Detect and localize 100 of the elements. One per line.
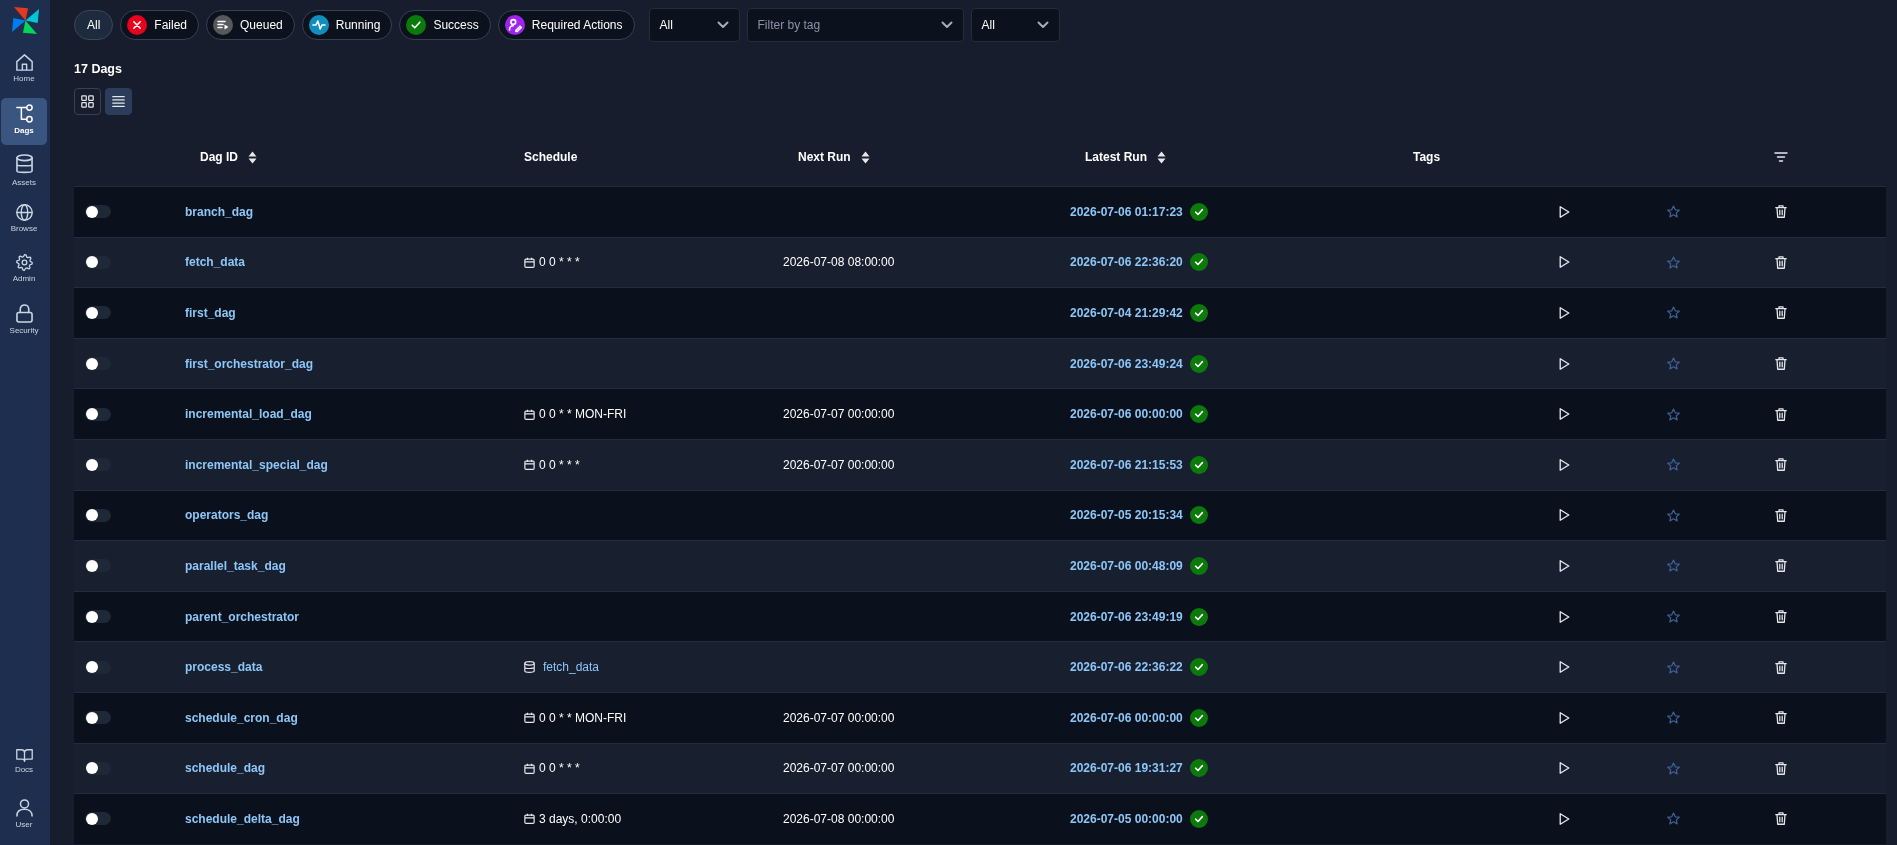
dag-id-link[interactable]: parent_orchestrator [185, 607, 300, 626]
dag-id-link[interactable]: incremental_special_dag [185, 455, 328, 474]
latest-run-link[interactable]: 2026-07-05 20:15:34 [1070, 506, 1183, 525]
nav-item[interactable]: Docs [1, 743, 47, 790]
toggle-switch[interactable] [85, 761, 111, 775]
play-icon[interactable] [1558, 711, 1570, 724]
dag-id-link[interactable]: schedule_cron_dag [185, 708, 298, 727]
nav-item[interactable]: Admin [1, 248, 47, 295]
latest-run-link[interactable]: 2026-07-06 22:36:22 [1070, 658, 1183, 677]
star-icon[interactable] [1666, 508, 1680, 522]
trash-icon[interactable] [1775, 205, 1787, 219]
trash-icon[interactable] [1775, 610, 1787, 624]
asset-link[interactable]: fetch_data [543, 658, 600, 677]
trash-icon[interactable] [1775, 357, 1787, 371]
play-icon[interactable] [1558, 812, 1570, 825]
trash-icon[interactable] [1775, 711, 1787, 725]
trash-icon[interactable] [1775, 660, 1787, 674]
star-icon[interactable] [1666, 306, 1680, 320]
status-filter-button[interactable]: Failed [120, 10, 200, 40]
trash-icon[interactable] [1775, 306, 1787, 320]
latest-run-link[interactable]: 2026-07-06 00:00:00 [1070, 708, 1183, 727]
dag-id-link[interactable]: incremental_load_dag [185, 405, 312, 424]
star-icon[interactable] [1666, 458, 1680, 472]
play-icon[interactable] [1558, 509, 1570, 522]
play-icon[interactable] [1558, 610, 1570, 623]
nav-item[interactable]: Home [1, 48, 47, 95]
filter-icon[interactable] [1774, 152, 1788, 162]
play-icon[interactable] [1558, 256, 1570, 269]
dag-id-link[interactable]: branch_dag [185, 202, 253, 221]
toggle-switch[interactable] [85, 610, 111, 624]
dag-id-link[interactable]: process_data [185, 658, 263, 677]
latest-run-link[interactable]: 2026-07-06 22:36:20 [1070, 253, 1183, 272]
tag-filter-field[interactable]: Filter by tag [746, 8, 964, 42]
status-filter-button[interactable]: Success [399, 10, 491, 40]
dag-id-link[interactable]: schedule_delta_dag [185, 809, 300, 828]
card-view-button[interactable] [74, 88, 101, 115]
latest-run-link[interactable]: 2026-07-04 21:29:42 [1070, 304, 1183, 322]
nav-item[interactable]: Browse [1, 198, 47, 245]
star-icon[interactable] [1666, 357, 1680, 371]
play-icon[interactable] [1558, 762, 1570, 775]
toggle-switch[interactable] [85, 306, 111, 320]
toggle-switch[interactable] [85, 812, 111, 826]
toggle-switch[interactable] [85, 205, 111, 219]
dag-id-link[interactable]: fetch_data [185, 253, 246, 272]
column-header[interactable]: Latest Run [1085, 148, 1166, 166]
play-icon[interactable] [1558, 408, 1570, 421]
list-view-button[interactable] [105, 88, 132, 115]
toggle-switch[interactable] [85, 357, 111, 371]
dag-id-link[interactable]: schedule_dag [185, 759, 266, 778]
trash-icon[interactable] [1775, 458, 1787, 472]
nav-item[interactable]: User [1, 793, 47, 840]
latest-run-link[interactable]: 2026-07-06 23:49:19 [1070, 607, 1183, 626]
trash-icon[interactable] [1775, 812, 1787, 826]
dag-id-link[interactable]: parallel_task_dag [185, 556, 286, 575]
column-header[interactable]: Dag ID [200, 148, 257, 166]
status-filter-button[interactable]: Required Actions [497, 10, 635, 40]
nav-item[interactable]: Security [1, 298, 47, 345]
play-icon[interactable] [1558, 307, 1570, 319]
latest-run-link[interactable]: 2026-07-06 19:31:27 [1070, 759, 1183, 778]
trash-icon[interactable] [1775, 255, 1787, 269]
trash-icon[interactable] [1775, 761, 1787, 775]
play-icon[interactable] [1558, 458, 1570, 471]
star-icon[interactable] [1666, 812, 1680, 826]
star-icon[interactable] [1666, 205, 1680, 219]
trash-icon[interactable] [1775, 559, 1787, 573]
star-icon[interactable] [1666, 761, 1680, 775]
latest-run-link[interactable]: 2026-07-06 21:15:53 [1070, 455, 1183, 474]
dag-id-link[interactable]: first_orchestrator_dag [185, 354, 314, 373]
status-filter-button[interactable]: Queued [206, 10, 295, 40]
latest-run-link[interactable]: 2026-07-06 23:49:24 [1070, 354, 1183, 373]
dropdown-select[interactable]: All [648, 8, 740, 42]
dag-id-link[interactable]: first_dag [185, 304, 236, 322]
latest-run-link[interactable]: 2026-07-05 00:00:00 [1070, 809, 1183, 828]
dropdown-select[interactable]: All [970, 8, 1060, 42]
play-icon[interactable] [1558, 357, 1570, 370]
toggle-switch[interactable] [85, 255, 111, 269]
star-icon[interactable] [1666, 711, 1680, 725]
play-icon[interactable] [1558, 661, 1570, 674]
play-icon[interactable] [1558, 205, 1570, 218]
play-icon[interactable] [1558, 559, 1570, 572]
star-icon[interactable] [1666, 407, 1680, 421]
toggle-switch[interactable] [85, 660, 111, 674]
status-filter-button[interactable]: All [74, 10, 114, 40]
toggle-switch[interactable] [85, 508, 111, 522]
latest-run-link[interactable]: 2026-07-06 00:00:00 [1070, 405, 1183, 424]
trash-icon[interactable] [1775, 508, 1787, 522]
nav-item[interactable]: Dags [1, 98, 47, 145]
column-header[interactable]: Next Run [798, 148, 870, 166]
dag-id-link[interactable]: operators_dag [185, 506, 269, 525]
trash-icon[interactable] [1775, 407, 1787, 421]
star-icon[interactable] [1666, 559, 1680, 573]
toggle-switch[interactable] [85, 559, 111, 573]
star-icon[interactable] [1666, 610, 1680, 624]
star-icon[interactable] [1666, 255, 1680, 269]
latest-run-link[interactable]: 2026-07-06 00:48:09 [1070, 556, 1183, 575]
latest-run-link[interactable]: 2026-07-06 01:17:23 [1070, 202, 1183, 221]
toggle-switch[interactable] [85, 458, 111, 472]
status-filter-button[interactable]: Running [301, 10, 393, 40]
toggle-switch[interactable] [85, 711, 111, 725]
toggle-switch[interactable] [85, 407, 111, 421]
